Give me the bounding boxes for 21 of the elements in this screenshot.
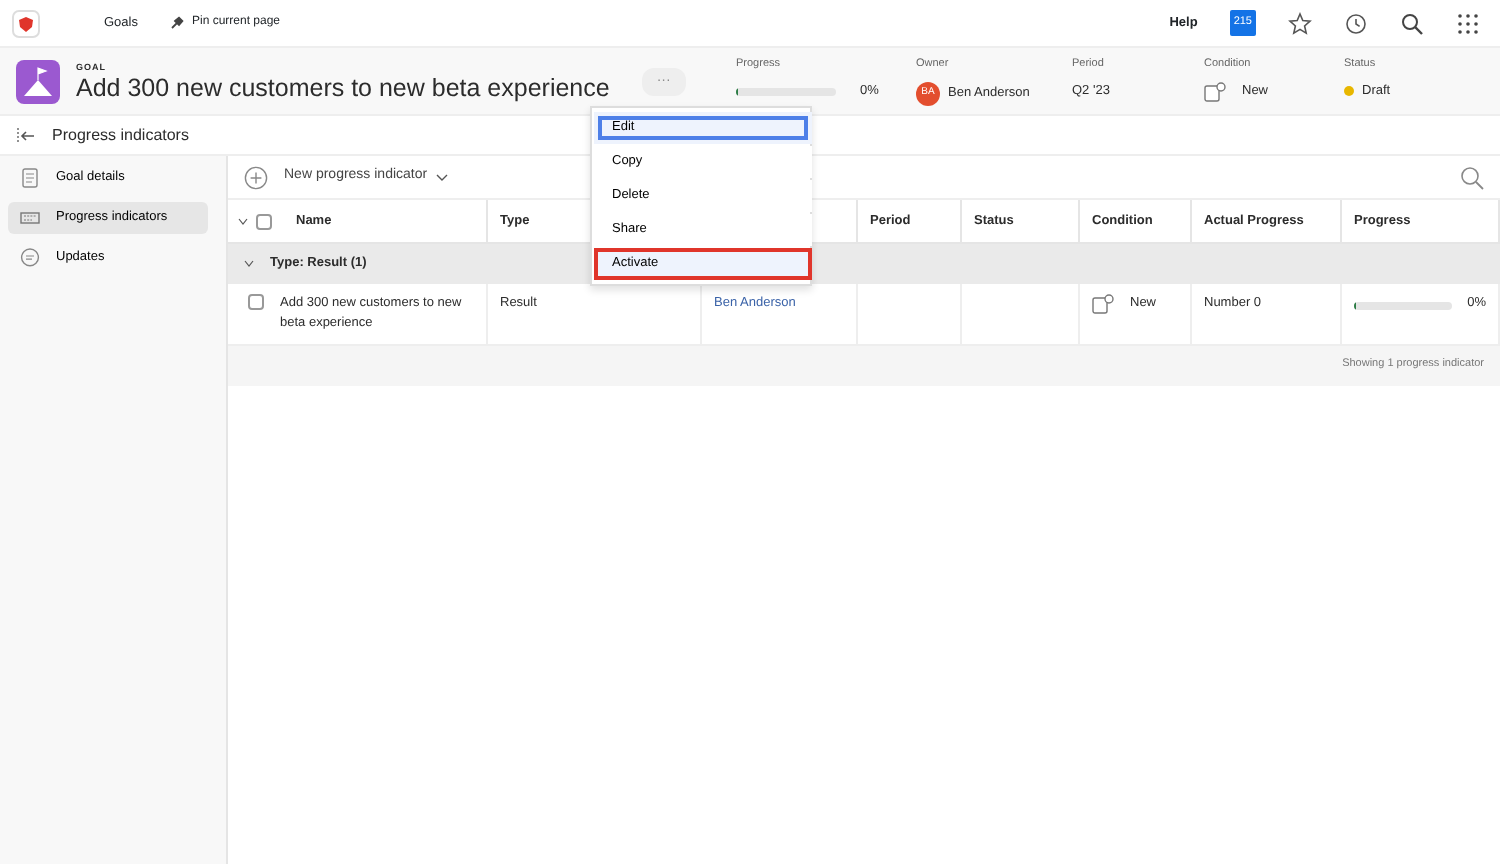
chevron-down-icon [435, 173, 448, 181]
pin-icon [169, 16, 184, 30]
progress-bars-icon [20, 208, 40, 228]
logo-icon [12, 9, 40, 37]
select-all-checkbox[interactable] [256, 213, 272, 229]
condition-icon [1092, 294, 1114, 314]
condition-icon [1204, 81, 1226, 102]
document-icon [20, 168, 40, 188]
chevron-down-icon[interactable] [238, 217, 248, 225]
collapse-panel-icon[interactable] [16, 127, 36, 143]
star-icon[interactable] [1288, 11, 1312, 35]
page-title: Progress indicators [52, 123, 189, 147]
chat-bubble-icon [20, 248, 40, 268]
goal-flag-icon [16, 59, 60, 103]
search-icon[interactable] [1400, 11, 1424, 35]
history-icon[interactable] [1344, 11, 1368, 35]
chevron-down-icon[interactable] [244, 260, 254, 268]
apps-grid-icon[interactable] [1456, 11, 1480, 35]
row-checkbox[interactable] [248, 294, 264, 310]
add-circle-icon [244, 165, 268, 189]
goal-title: Add 300 new customers to new beta experience [76, 75, 610, 101]
